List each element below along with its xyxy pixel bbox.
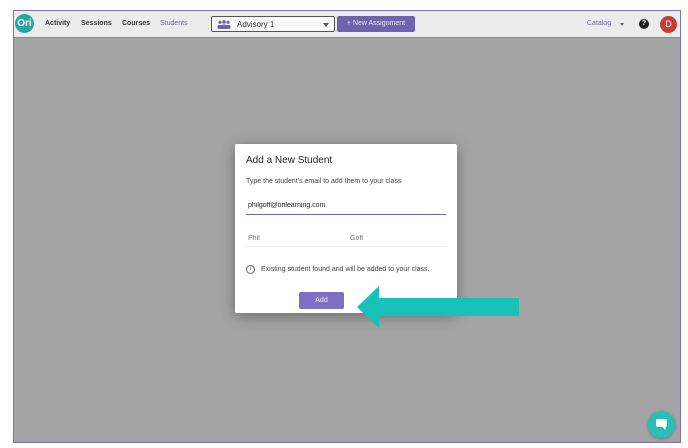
class-select-value: Advisory 1 (237, 20, 275, 29)
nav-courses[interactable]: Courses (122, 20, 150, 27)
nav-activity[interactable]: Activity (45, 20, 70, 27)
chat-button[interactable] (648, 411, 675, 438)
name-fields (246, 230, 446, 247)
info-text: Existing student found and will be added… (261, 266, 430, 273)
avatar[interactable]: D (660, 16, 677, 33)
arrow-pointer-icon (357, 286, 519, 328)
first-name-field[interactable] (248, 232, 338, 244)
catalog-menu[interactable]: Catalog (587, 20, 611, 27)
add-button[interactable]: Add (299, 292, 344, 309)
help-icon[interactable]: ? (639, 19, 649, 29)
dialog-description: Type the student's email to add them to … (246, 178, 402, 185)
new-assignment-button[interactable]: + New Assignment (337, 16, 415, 32)
class-select[interactable]: Advisory 1 (211, 16, 335, 32)
chevron-down-icon (323, 23, 329, 27)
nav-students[interactable]: Students (160, 20, 188, 27)
chat-icon-tail (662, 426, 666, 430)
email-field[interactable] (246, 198, 446, 212)
info-message: i Existing student found and will be add… (246, 265, 446, 277)
email-field-wrapper (246, 196, 446, 215)
last-name-field[interactable] (350, 232, 440, 244)
app-window: Ori Activity Sessions Courses Students A… (13, 10, 681, 443)
catalog-caret-icon[interactable] (620, 23, 624, 26)
top-navigation-bar: Ori Activity Sessions Courses Students A… (14, 11, 680, 38)
info-icon: i (246, 265, 255, 274)
dialog-title: Add a New Student (246, 155, 333, 166)
nav-sessions[interactable]: Sessions (81, 20, 112, 27)
ori-logo-icon[interactable]: Ori (15, 14, 34, 33)
people-icon (217, 20, 231, 29)
